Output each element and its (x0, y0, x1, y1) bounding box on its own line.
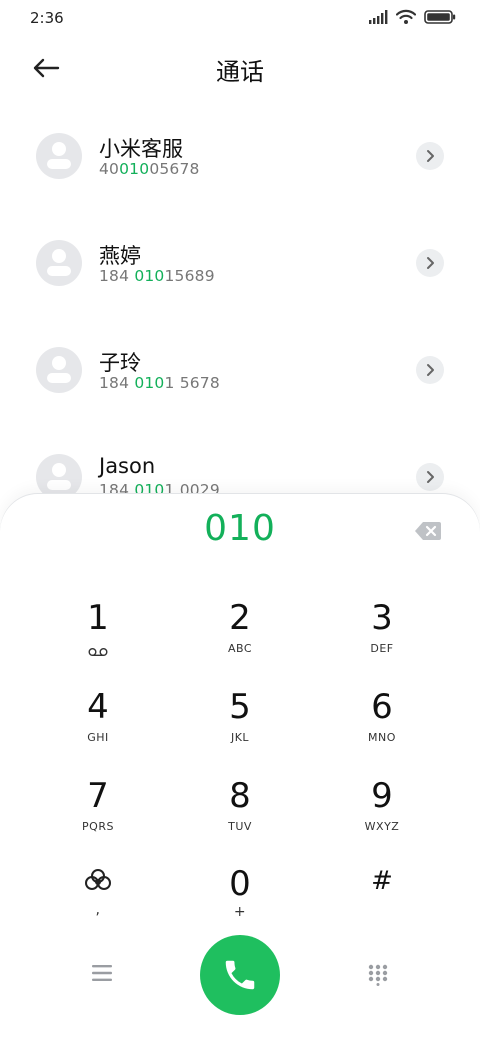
contact-item[interactable]: 小米客服 4001005678 (0, 133, 480, 233)
key-7[interactable]: 7 PQRS (38, 776, 158, 856)
key-0[interactable]: 0 + (180, 864, 300, 944)
header: 通话 (0, 40, 480, 96)
chevron-right-icon (427, 150, 434, 162)
backspace-button[interactable] (414, 521, 442, 541)
status-time: 2:36 (30, 9, 64, 27)
backspace-icon (415, 522, 441, 540)
contact-name: 子玲 (99, 351, 141, 375)
status-bar: 2:36 (0, 0, 480, 36)
contact-detail-button[interactable] (416, 249, 444, 277)
keypad-icon (368, 964, 388, 986)
contact-item[interactable]: 燕婷 184 01015689 (0, 240, 480, 340)
key-8[interactable]: 8 TUV (180, 776, 300, 856)
signal-icon (369, 10, 388, 24)
contact-name: 小米客服 (99, 137, 183, 161)
page-title: 通话 (216, 58, 264, 86)
wifi-icon (396, 9, 416, 24)
key-3[interactable]: 3 DEF (322, 598, 442, 678)
key-2[interactable]: 2 ABC (180, 598, 300, 678)
key-pause[interactable]: , (38, 864, 158, 944)
flower-icon (84, 868, 112, 898)
chevron-right-icon (427, 471, 434, 483)
menu-icon (92, 965, 112, 981)
battery-icon (424, 10, 456, 24)
contact-number: 184 0101 5678 (99, 374, 220, 392)
chevron-right-icon (427, 364, 434, 376)
number-match: 010 (134, 267, 165, 285)
key-hash[interactable]: # (322, 864, 442, 944)
contact-number: 4001005678 (99, 160, 200, 178)
avatar (36, 347, 82, 393)
status-icons (368, 9, 456, 25)
chevron-right-icon (427, 257, 434, 269)
menu-button[interactable] (92, 964, 112, 986)
contact-item[interactable]: 子玲 184 0101 5678 (0, 347, 480, 447)
dial-input[interactable]: 010 (0, 508, 480, 549)
avatar (36, 133, 82, 179)
key-6[interactable]: 6 MNO (322, 687, 442, 767)
number-match: 010 (134, 374, 165, 392)
keypad-toggle-button[interactable] (368, 964, 388, 990)
voicemail-icon (88, 642, 108, 661)
key-5[interactable]: 5 JKL (180, 687, 300, 767)
key-1[interactable]: 1 (38, 598, 158, 678)
number-match: 010 (119, 160, 150, 178)
call-button[interactable] (200, 935, 280, 1015)
contact-name: Jason (99, 454, 156, 478)
contact-detail-button[interactable] (416, 142, 444, 170)
key-4[interactable]: 4 GHI (38, 687, 158, 767)
contact-detail-button[interactable] (416, 356, 444, 384)
key-9[interactable]: 9 WXYZ (322, 776, 442, 856)
contact-number: 184 01015689 (99, 267, 215, 285)
contact-detail-button[interactable] (416, 463, 444, 491)
contact-name: 燕婷 (99, 244, 141, 268)
avatar (36, 240, 82, 286)
phone-icon (225, 960, 255, 990)
